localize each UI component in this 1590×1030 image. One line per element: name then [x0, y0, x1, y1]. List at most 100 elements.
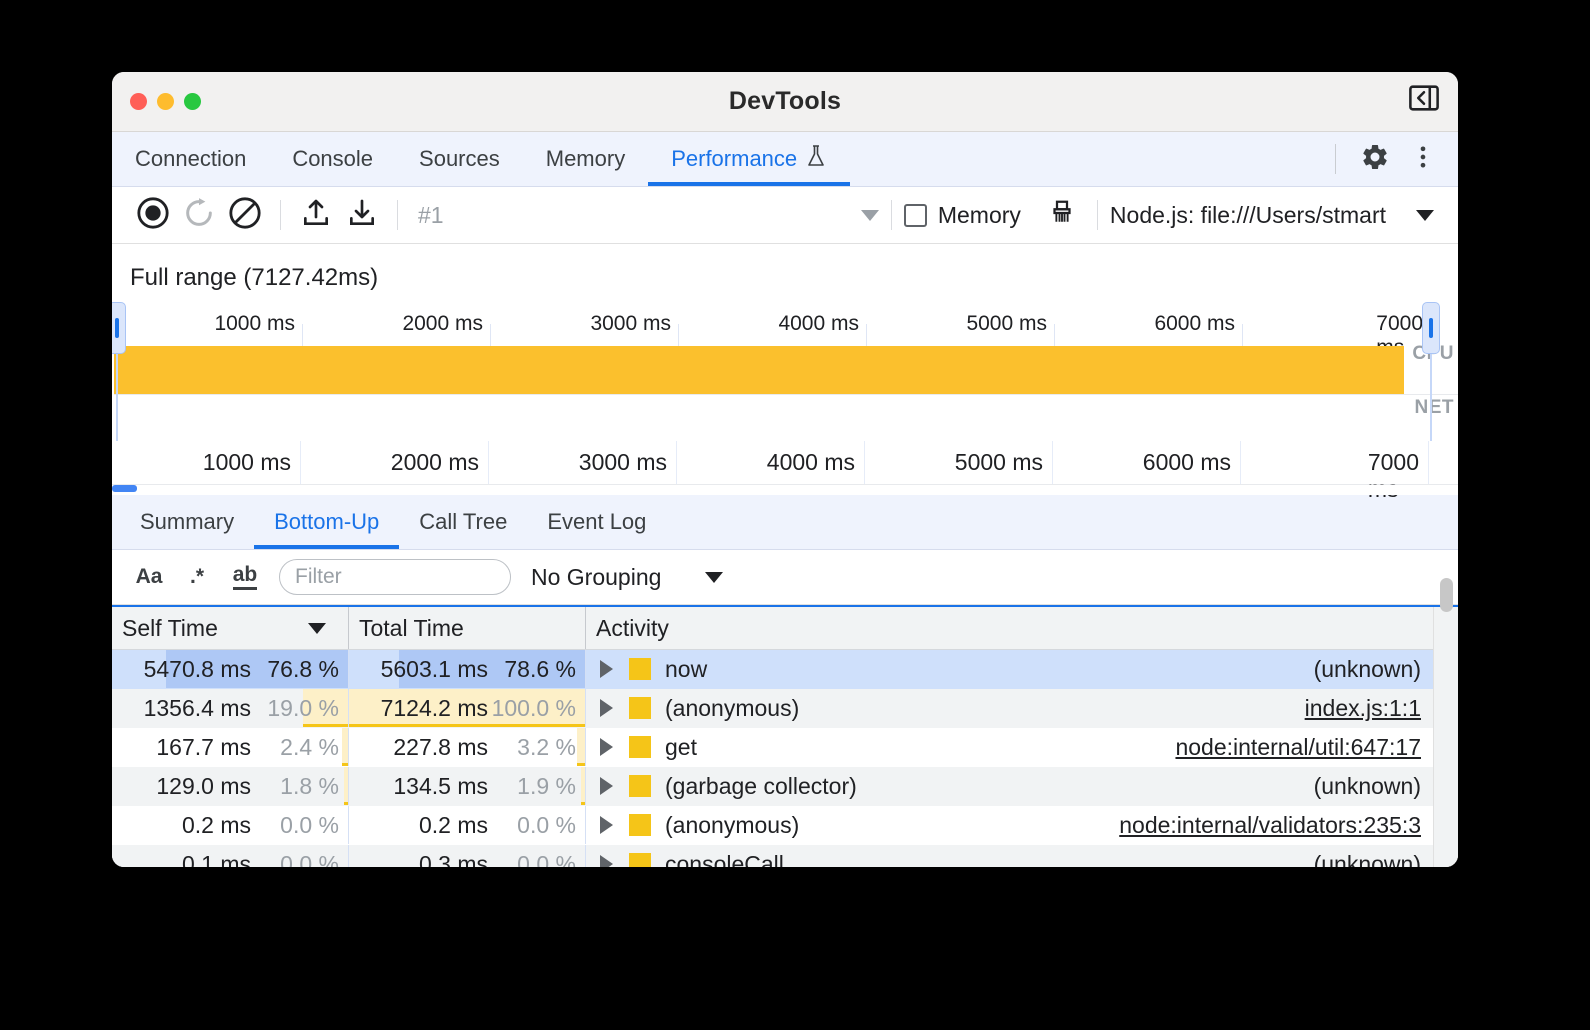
memory-checkbox[interactable] [904, 204, 927, 227]
grouping-dropdown[interactable]: No Grouping [531, 564, 723, 591]
toolbar-divider-1 [280, 200, 281, 230]
save-profile-button[interactable] [339, 192, 385, 238]
activity-cell: (anonymous)index.js:1:1 [586, 689, 1433, 727]
collect-garbage-button[interactable] [1039, 192, 1085, 238]
table-row[interactable]: 0.1 ms0.0 %0.3 ms0.0 %consoleCall(unknow… [112, 845, 1433, 867]
overview-ruler: 1000 ms 2000 ms 3000 ms 4000 ms 5000 ms … [114, 306, 1458, 346]
activity-source-unknown: (unknown) [1294, 773, 1421, 800]
cpu-track: CPU [114, 346, 1458, 394]
more-options-button[interactable] [1402, 138, 1444, 180]
expand-triangle-icon[interactable] [600, 816, 613, 834]
whole-word-button[interactable]: ab [222, 555, 268, 599]
window-title: DevTools [112, 87, 1458, 116]
match-case-button[interactable]: Aa [126, 555, 172, 599]
expand-triangle-icon[interactable] [600, 699, 613, 717]
total-time-cell-percent: 3.2 % [488, 734, 576, 761]
self-time-cell: 5470.8 ms76.8 % [112, 650, 349, 688]
settings-button[interactable] [1354, 138, 1396, 180]
memory-label[interactable]: Memory [938, 202, 1021, 229]
range-handle-left[interactable] [112, 302, 126, 354]
reload-icon [182, 196, 216, 235]
tab-connection-label: Connection [135, 146, 246, 172]
net-track-label: NET [1415, 397, 1455, 419]
self-time-cell-percent: 2.4 % [251, 734, 339, 761]
expand-triangle-icon[interactable] [600, 855, 613, 867]
self-time-cell: 1356.4 ms19.0 % [112, 689, 349, 727]
total-time-cell-percent: 100.0 % [488, 695, 576, 722]
load-profile-button[interactable] [293, 192, 339, 238]
tab-memory[interactable]: Memory [523, 132, 648, 186]
table-row[interactable]: 5470.8 ms76.8 %5603.1 ms78.6 %now(unknow… [112, 650, 1433, 689]
sidebar-toggle-button[interactable] [1404, 80, 1444, 120]
table-row[interactable]: 0.2 ms0.0 %0.2 ms0.0 %(anonymous)node:in… [112, 806, 1433, 845]
range-handle-right[interactable] [1422, 302, 1440, 354]
expand-triangle-icon[interactable] [600, 738, 613, 756]
tabstrip-spacer [850, 132, 1323, 186]
timeline-tick: 5000 ms [955, 449, 1052, 476]
details-tabstrip: Summary Bottom-Up Call Tree Event Log [112, 495, 1458, 550]
performance-toolbar: #1 Memory Node.js: file:///Users/stmart [112, 187, 1458, 244]
overview-tick: 4000 ms [778, 312, 866, 336]
tab-bottom-up[interactable]: Bottom-Up [254, 495, 399, 549]
chevron-down-icon [705, 572, 723, 583]
recording-selector-label[interactable]: #1 [418, 202, 444, 229]
overview-tick: 6000 ms [1154, 312, 1242, 336]
toolbar-divider-3 [891, 200, 892, 230]
self-time-cell-value: 5470.8 ms [144, 656, 251, 683]
table-row[interactable]: 1356.4 ms19.0 %7124.2 ms100.0 %(anonymou… [112, 689, 1433, 728]
scrollbar-thumb[interactable] [112, 485, 137, 492]
recording-dropdown-caret[interactable] [861, 210, 879, 221]
column-header-activity-label: Activity [596, 615, 669, 642]
activity-source-link[interactable]: node:internal/validators:235:3 [1099, 812, 1421, 839]
reload-and-record-button[interactable] [176, 192, 222, 238]
tab-console[interactable]: Console [269, 132, 396, 186]
tab-connection[interactable]: Connection [112, 132, 269, 186]
whole-word-icon: ab [233, 564, 258, 589]
total-time-cell-percent: 0.0 % [488, 851, 576, 868]
target-selector-label[interactable]: Node.js: file:///Users/stmart [1110, 202, 1386, 229]
tab-sources-label: Sources [419, 146, 500, 172]
timeline-vertical-scrollbar-thumb[interactable] [1440, 578, 1453, 612]
total-time-cell: 134.5 ms1.9 % [349, 767, 586, 805]
timeline-tick: 3000 ms [579, 449, 676, 476]
self-time-cell-percent: 0.0 % [251, 851, 339, 868]
clear-button[interactable] [222, 192, 268, 238]
tabstrip-divider [1335, 144, 1336, 174]
activity-color-swatch [629, 697, 651, 719]
tab-sources[interactable]: Sources [396, 132, 523, 186]
column-header-activity[interactable]: Activity [586, 607, 1433, 649]
table-row[interactable]: 129.0 ms1.8 %134.5 ms1.9 %(garbage colle… [112, 767, 1433, 806]
total-time-cell-percent: 78.6 % [488, 656, 576, 683]
tab-event-log[interactable]: Event Log [527, 495, 666, 549]
expand-triangle-icon[interactable] [600, 660, 613, 678]
filter-input[interactable] [279, 559, 511, 595]
activity-source-link[interactable]: index.js:1:1 [1285, 695, 1421, 722]
tab-console-label: Console [292, 146, 373, 172]
tab-call-tree[interactable]: Call Tree [399, 495, 527, 549]
regex-button[interactable]: .* [174, 555, 220, 599]
column-header-total-time[interactable]: Total Time [349, 607, 586, 649]
upload-icon [300, 197, 332, 234]
target-dropdown-caret[interactable] [1416, 210, 1434, 221]
tab-summary[interactable]: Summary [120, 495, 254, 549]
overview-graph[interactable]: 1000 ms 2000 ms 3000 ms 4000 ms 5000 ms … [114, 306, 1458, 441]
tab-event-log-label: Event Log [547, 509, 646, 535]
activity-source-link[interactable]: node:internal/util:647:17 [1155, 734, 1421, 761]
table-row[interactable]: 167.7 ms2.4 %227.8 ms3.2 %getnode:intern… [112, 728, 1433, 767]
tab-performance[interactable]: Performance [648, 132, 850, 186]
activity-name: get [665, 734, 697, 761]
timeline-tick: 6000 ms [1143, 449, 1240, 476]
overview-tick: 3000 ms [590, 312, 678, 336]
expand-triangle-icon[interactable] [600, 777, 613, 795]
column-header-self-time[interactable]: Self Time [112, 607, 349, 649]
record-button[interactable] [130, 192, 176, 238]
timeline-horizontal-scrollbar[interactable] [112, 485, 1458, 495]
sidebar-toggle-icon [1409, 84, 1439, 117]
table-vertical-scrollbar[interactable] [1433, 607, 1458, 867]
cell-bar [577, 728, 585, 766]
overview-tick: 5000 ms [966, 312, 1054, 336]
filter-toolbar: Aa .* ab No Grouping [112, 550, 1458, 605]
tab-performance-label: Performance [671, 146, 797, 172]
self-time-cell-percent: 76.8 % [251, 656, 339, 683]
cell-bar [342, 728, 348, 766]
